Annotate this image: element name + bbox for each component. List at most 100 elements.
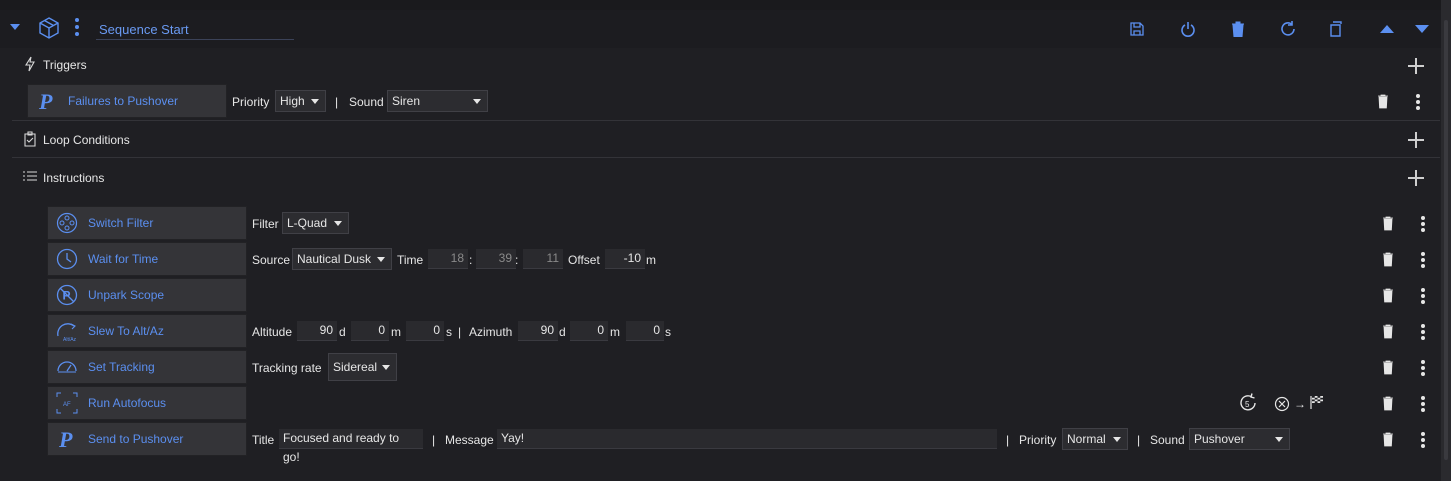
separator: | xyxy=(458,325,462,339)
sequence-title-input[interactable]: Sequence Start xyxy=(96,20,294,40)
more-options-icon[interactable] xyxy=(1421,288,1425,304)
title-label: Title xyxy=(252,433,275,447)
source-label: Source xyxy=(252,253,291,267)
altitude-degrees-field[interactable]: 90 xyxy=(297,321,337,341)
more-options-icon[interactable] xyxy=(1421,216,1425,232)
filter-wheel-icon xyxy=(56,212,78,234)
instructions-label: Instructions xyxy=(43,171,105,185)
tracking-rate-select[interactable]: Sidereal xyxy=(328,353,397,381)
time-seconds-field[interactable]: 11 xyxy=(523,249,563,269)
trash-icon[interactable] xyxy=(1382,252,1394,267)
azimuth-degrees-field[interactable]: 90 xyxy=(518,321,558,341)
duplicate-icon[interactable] xyxy=(1329,21,1345,37)
unit-d: d xyxy=(339,325,346,339)
lightning-icon xyxy=(25,56,35,72)
trash-icon[interactable] xyxy=(1382,288,1394,303)
trigger-name: Failures to Pushover xyxy=(68,94,179,108)
power-icon[interactable] xyxy=(1180,21,1196,37)
offset-field[interactable]: -10 xyxy=(605,249,645,269)
altitude-seconds-field[interactable]: 0 xyxy=(406,321,444,341)
svg-text:Alt/Az: Alt/Az xyxy=(63,337,77,342)
unpark-icon: P xyxy=(56,284,78,306)
add-condition-icon[interactable] xyxy=(1408,132,1424,148)
instruction-switch-filter[interactable]: Switch Filter xyxy=(47,206,247,240)
altitude-minutes-field[interactable]: 0 xyxy=(351,321,389,341)
move-down-icon[interactable] xyxy=(1415,25,1429,33)
list-icon xyxy=(23,171,37,181)
more-options-icon[interactable] xyxy=(1421,432,1425,448)
trigger-sound-select[interactable]: Siren xyxy=(387,90,488,112)
trash-icon[interactable] xyxy=(1377,94,1389,109)
instruction-wait-for-time[interactable]: Wait for Time xyxy=(47,242,247,276)
pushover-sound-select[interactable]: Pushover xyxy=(1189,428,1290,450)
svg-text:5: 5 xyxy=(1245,400,1250,409)
scrollbar-thumb[interactable] xyxy=(1444,20,1448,460)
time-hours-field[interactable]: 18 xyxy=(428,249,468,269)
instruction-name: Wait for Time xyxy=(88,252,159,266)
instruction-set-tracking[interactable]: Set Tracking xyxy=(47,350,247,384)
priority-label: Priority xyxy=(1019,433,1057,447)
pushover-message-field[interactable]: Yay! xyxy=(497,429,997,449)
more-options-icon[interactable] xyxy=(1421,396,1425,412)
time-label: Time xyxy=(397,253,424,267)
separator: | xyxy=(1006,433,1010,447)
instruction-unpark-scope[interactable]: P Unpark Scope xyxy=(47,278,247,312)
gauge-icon xyxy=(57,361,77,373)
filter-select[interactable]: L-Quad xyxy=(282,212,349,234)
unit-d: d xyxy=(559,325,566,339)
pushover-title-field[interactable]: Focused and ready to go! xyxy=(279,429,423,464)
trash-icon[interactable] xyxy=(1382,324,1394,339)
loop-conditions-label: Loop Conditions xyxy=(43,133,130,147)
tracking-rate-label: Tracking rate xyxy=(252,361,322,375)
source-select[interactable]: Nautical Dusk xyxy=(292,248,392,270)
offset-label: Offset xyxy=(568,253,600,267)
divider xyxy=(12,120,1440,121)
add-trigger-icon[interactable] xyxy=(1408,58,1424,74)
clock-icon xyxy=(56,248,78,270)
instruction-send-to-pushover[interactable]: P Send to Pushover xyxy=(47,422,247,456)
move-up-icon[interactable] xyxy=(1380,25,1394,33)
sequence-menu-icon[interactable] xyxy=(75,18,79,38)
svg-text:P: P xyxy=(38,90,53,112)
arrow: → xyxy=(1294,397,1306,411)
more-options-icon[interactable] xyxy=(1421,360,1425,376)
delete-icon[interactable] xyxy=(1231,21,1245,37)
offset-unit: m xyxy=(646,253,656,267)
trash-icon[interactable] xyxy=(1382,432,1394,447)
more-options-icon[interactable] xyxy=(1416,94,1420,110)
azimuth-minutes-field[interactable]: 0 xyxy=(570,321,608,341)
divider xyxy=(12,157,1440,158)
trash-icon[interactable] xyxy=(1382,360,1394,375)
triggers-label: Triggers xyxy=(43,58,87,72)
trigger-priority-select[interactable]: High xyxy=(275,90,326,112)
more-options-icon[interactable] xyxy=(1421,252,1425,268)
instruction-run-autofocus[interactable]: AF Run Autofocus xyxy=(47,386,247,420)
instruction-name: Set Tracking xyxy=(88,360,155,374)
reset-icon[interactable] xyxy=(1279,20,1297,38)
time-minutes-field[interactable]: 39 xyxy=(476,249,516,269)
trash-icon[interactable] xyxy=(1382,216,1394,231)
trigger-failures-to-pushover[interactable]: P Failures to Pushover xyxy=(27,84,227,118)
time-colon: : xyxy=(469,253,473,267)
azimuth-seconds-field[interactable]: 0 xyxy=(626,321,664,341)
scrollbar[interactable] xyxy=(1441,0,1451,481)
pushover-priority-select[interactable]: Normal xyxy=(1062,428,1128,450)
instruction-slew-altaz[interactable]: Alt/Az Slew To Alt/Az xyxy=(47,314,247,348)
on-error-icon[interactable] xyxy=(1274,396,1290,412)
top-edge xyxy=(0,0,1451,10)
separator: | xyxy=(432,433,436,447)
retry-icon[interactable]: 5 xyxy=(1237,392,1259,414)
clipboard-icon xyxy=(24,131,36,147)
more-options-icon[interactable] xyxy=(1421,324,1425,340)
trash-icon[interactable] xyxy=(1382,396,1394,411)
sound-label: Sound xyxy=(1150,433,1185,447)
add-instruction-icon[interactable] xyxy=(1408,170,1424,186)
save-icon[interactable] xyxy=(1129,21,1145,37)
box-icon xyxy=(39,17,59,39)
azimuth-label: Azimuth xyxy=(469,325,513,339)
svg-text:P: P xyxy=(63,289,71,303)
collapse-chevron-icon[interactable] xyxy=(10,24,20,30)
autofocus-icon: AF xyxy=(56,392,78,414)
filter-label: Filter xyxy=(252,217,279,231)
instruction-name: Slew To Alt/Az xyxy=(88,324,164,338)
